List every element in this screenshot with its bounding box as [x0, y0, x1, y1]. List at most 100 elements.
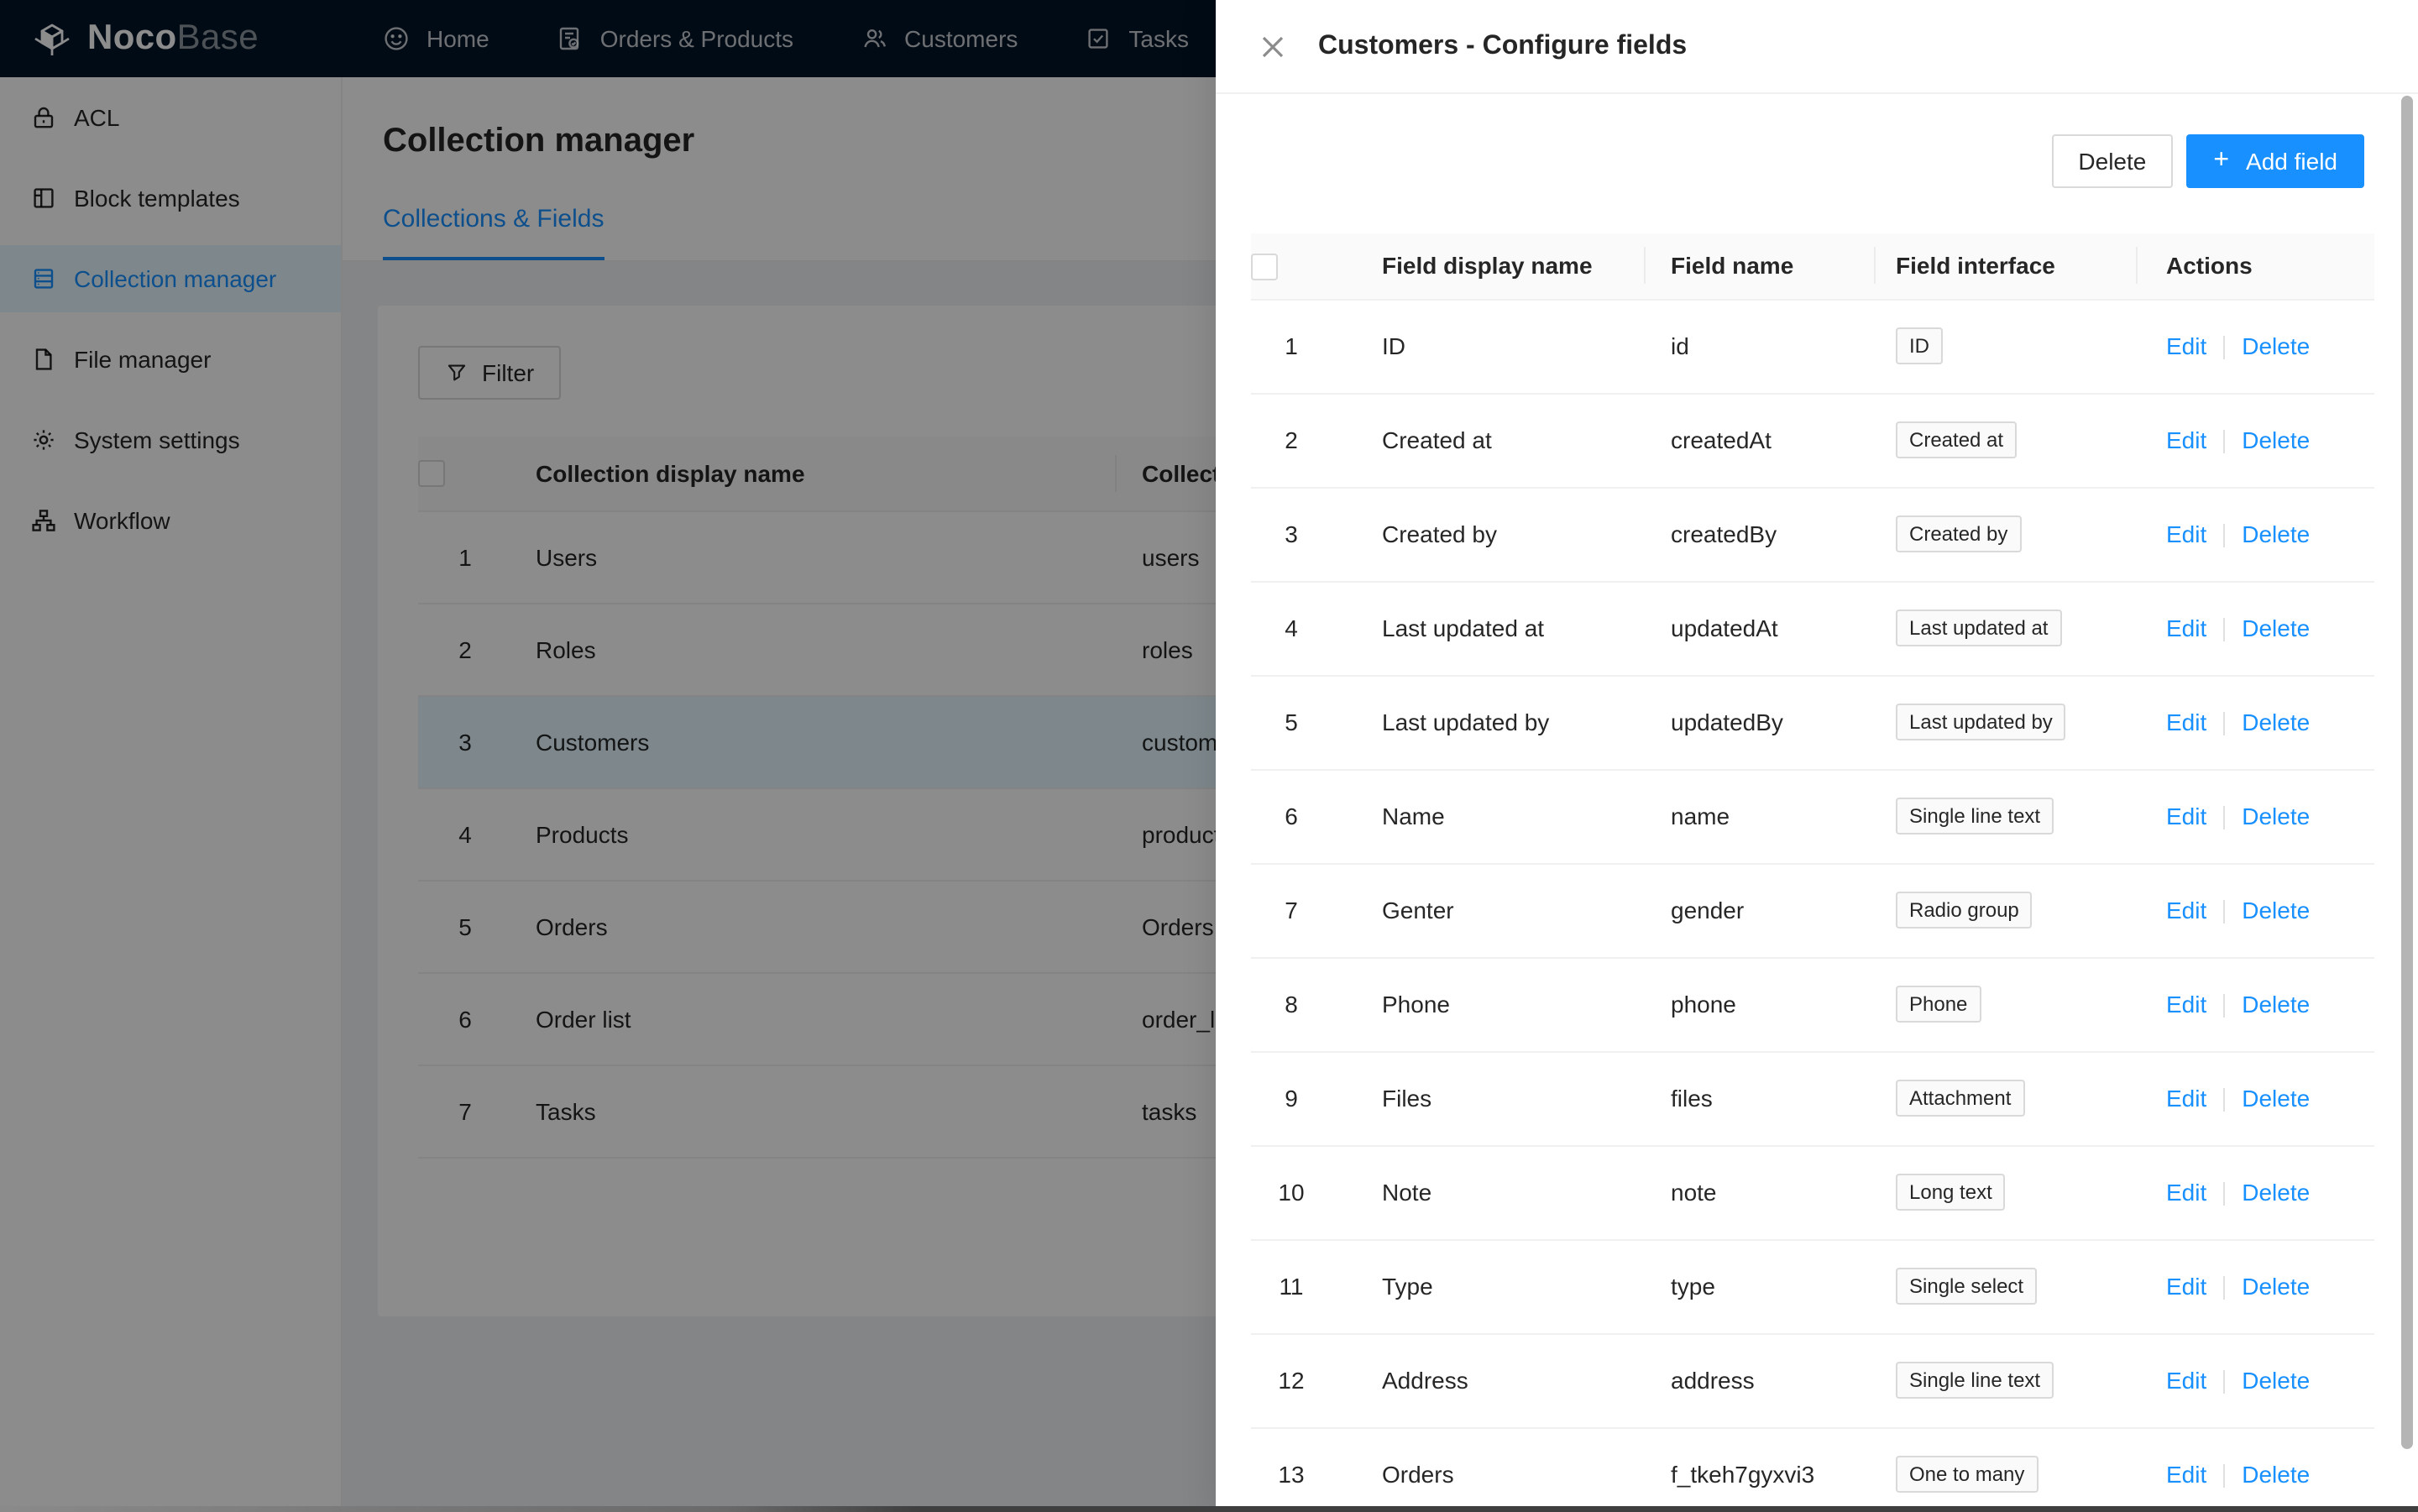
field-row[interactable]: 2 Created at createdAt Created at EditDe…: [1251, 393, 2374, 487]
delete-link[interactable]: Delete: [2242, 1273, 2310, 1300]
delete-button-label: Delete: [2078, 148, 2146, 175]
delete-button[interactable]: Delete: [2051, 134, 2173, 188]
field-display-name: Orders: [1332, 1427, 1644, 1512]
row-index: 11: [1251, 1239, 1332, 1333]
row-index: 9: [1251, 1051, 1332, 1145]
bottom-scrollbar-strip[interactable]: [0, 1506, 2418, 1512]
divider: [2223, 1370, 2225, 1394]
divider: [2223, 712, 2225, 735]
edit-link[interactable]: Edit: [2166, 426, 2206, 453]
configure-fields-drawer: Customers - Configure fields Delete +Add…: [1216, 0, 2418, 1512]
field-display-name: Name: [1332, 769, 1644, 863]
field-row[interactable]: 5 Last updated by updatedBy Last updated…: [1251, 675, 2374, 769]
delete-link[interactable]: Delete: [2242, 1367, 2310, 1394]
field-row[interactable]: 11 Type type Single select EditDelete: [1251, 1239, 2374, 1333]
edit-link[interactable]: Edit: [2166, 991, 2206, 1018]
field-name: files: [1644, 1051, 1874, 1145]
field-name: updatedAt: [1644, 581, 1874, 675]
delete-link[interactable]: Delete: [2242, 1085, 2310, 1112]
field-row[interactable]: 12 Address address Single line text Edit…: [1251, 1333, 2374, 1427]
row-index: 10: [1251, 1145, 1332, 1239]
field-row[interactable]: 7 Genter gender Radio group EditDelete: [1251, 863, 2374, 957]
field-display-name: ID: [1332, 299, 1644, 393]
row-index: 8: [1251, 957, 1332, 1051]
drawer-body: Delete +Add field Field display name Fie…: [1216, 94, 2418, 1512]
edit-link[interactable]: Edit: [2166, 709, 2206, 735]
drawer-header: Customers - Configure fields: [1216, 0, 2418, 94]
drawer-scrollbar-thumb[interactable]: [2401, 96, 2413, 1449]
row-index: 7: [1251, 863, 1332, 957]
edit-link[interactable]: Edit: [2166, 803, 2206, 829]
edit-link[interactable]: Edit: [2166, 332, 2206, 359]
drawer-actions: Delete +Add field: [1251, 134, 2364, 188]
row-index: 3: [1251, 487, 1332, 581]
delete-link[interactable]: Delete: [2242, 615, 2310, 641]
select-all-fields-checkbox[interactable]: [1251, 254, 1278, 280]
delete-link[interactable]: Delete: [2242, 897, 2310, 923]
field-interface-tag: Single line text: [1896, 798, 2054, 834]
divider: [2223, 1182, 2225, 1206]
field-display-name: Last updated by: [1332, 675, 1644, 769]
delete-link[interactable]: Delete: [2242, 991, 2310, 1018]
field-row[interactable]: 4 Last updated at updatedAt Last updated…: [1251, 581, 2374, 675]
delete-link[interactable]: Delete: [2242, 1179, 2310, 1206]
delete-link[interactable]: Delete: [2242, 1461, 2310, 1488]
edit-link[interactable]: Edit: [2166, 1179, 2206, 1206]
add-field-button[interactable]: +Add field: [2186, 134, 2364, 188]
delete-link[interactable]: Delete: [2242, 426, 2310, 453]
field-display-name: Note: [1332, 1145, 1644, 1239]
delete-link[interactable]: Delete: [2242, 709, 2310, 735]
field-display-name: Files: [1332, 1051, 1644, 1145]
field-name: createdAt: [1644, 393, 1874, 487]
field-row[interactable]: 13 Orders f_tkeh7gyxvi3 One to many Edit…: [1251, 1427, 2374, 1512]
field-interface-tag: Last updated by: [1896, 704, 2066, 740]
divider: [2223, 994, 2225, 1018]
field-interface-tag: Attachment: [1896, 1080, 2024, 1117]
divider: [2223, 618, 2225, 641]
field-name: phone: [1644, 957, 1874, 1051]
field-interface-tag: Created by: [1896, 515, 2021, 552]
field-interface-tag: Single line text: [1896, 1362, 2054, 1399]
edit-link[interactable]: Edit: [2166, 1273, 2206, 1300]
field-row[interactable]: 3 Created by createdBy Created by EditDe…: [1251, 487, 2374, 581]
delete-link[interactable]: Delete: [2242, 521, 2310, 547]
field-interface-tag: Created at: [1896, 421, 2017, 458]
field-name: note: [1644, 1145, 1874, 1239]
field-row[interactable]: 8 Phone phone Phone Edit Delete: [1251, 957, 2374, 1051]
divider: [2223, 1464, 2225, 1488]
field-name: type: [1644, 1239, 1874, 1333]
row-index: 6: [1251, 769, 1332, 863]
column-header: Field display name: [1332, 233, 1644, 299]
edit-link[interactable]: Edit: [2166, 1085, 2206, 1112]
edit-link[interactable]: Edit: [2166, 1461, 2206, 1488]
column-header: Field interface: [1874, 233, 2136, 299]
fields-table-header-row: Field display name Field name Field inte…: [1251, 233, 2374, 299]
field-display-name: Type: [1332, 1239, 1644, 1333]
field-name: f_tkeh7gyxvi3: [1644, 1427, 1874, 1512]
field-interface-tag: One to many: [1896, 1456, 2038, 1493]
field-display-name: Phone: [1332, 957, 1644, 1051]
close-icon[interactable]: [1259, 33, 1286, 60]
drawer-title: Customers - Configure fields: [1318, 31, 1687, 61]
edit-link[interactable]: Edit: [2166, 1367, 2206, 1394]
field-name: name: [1644, 769, 1874, 863]
field-row[interactable]: 1 ID id ID EditDelete: [1251, 299, 2374, 393]
field-row[interactable]: 6 Name name Single line text Edit Delete: [1251, 769, 2374, 863]
field-row[interactable]: 9 Files files Attachment Edit Delete: [1251, 1051, 2374, 1145]
divider: [2223, 806, 2225, 829]
delete-link[interactable]: Delete: [2242, 332, 2310, 359]
field-display-name: Created at: [1332, 393, 1644, 487]
divider: [2223, 430, 2225, 453]
edit-link[interactable]: Edit: [2166, 615, 2206, 641]
field-name: createdBy: [1644, 487, 1874, 581]
field-row[interactable]: 10 Note note Long text EditDelete: [1251, 1145, 2374, 1239]
fields-table: Field display name Field name Field inte…: [1251, 233, 2374, 1512]
divider: [2223, 900, 2225, 923]
delete-link[interactable]: Delete: [2242, 803, 2310, 829]
field-interface-tag: ID: [1896, 327, 1943, 364]
field-interface-tag: Phone: [1896, 986, 1981, 1023]
edit-link[interactable]: Edit: [2166, 897, 2206, 923]
row-index: 12: [1251, 1333, 1332, 1427]
edit-link[interactable]: Edit: [2166, 521, 2206, 547]
row-index: 5: [1251, 675, 1332, 769]
